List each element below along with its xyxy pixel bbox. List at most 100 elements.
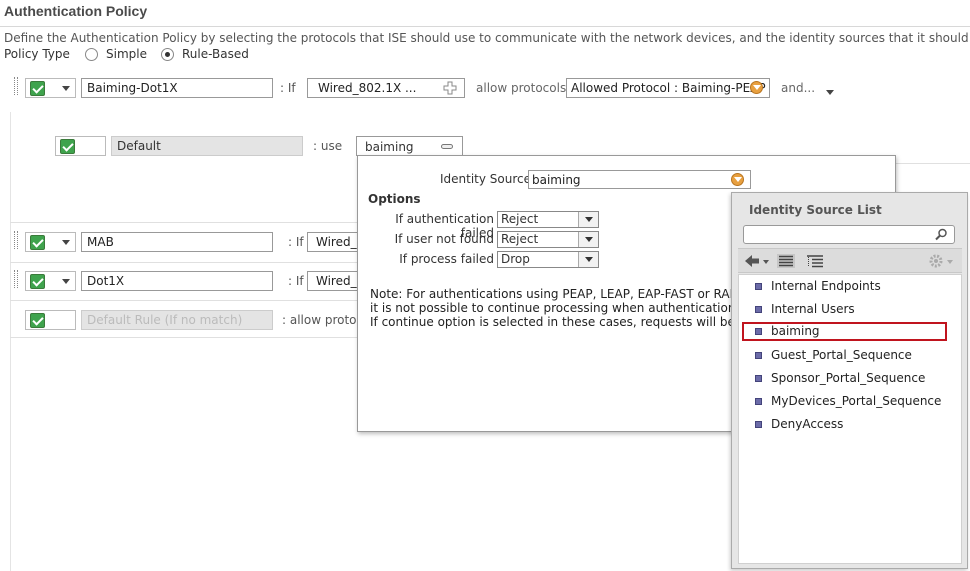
and-label[interactable]: and...	[781, 81, 815, 95]
default-rule-allow-label: : allow proto	[282, 313, 357, 327]
user-not-found-select[interactable]: Reject	[497, 231, 599, 248]
default-name-field: Default	[111, 136, 303, 156]
identity-store-icon	[755, 283, 762, 290]
rule-name-field[interactable]: Dot1X	[81, 271, 273, 291]
use-label: : use	[313, 139, 343, 153]
row-divider	[10, 222, 358, 223]
list-item[interactable]: DenyAccess	[747, 414, 843, 434]
source-list-search-input[interactable]	[743, 225, 955, 244]
rule-status-dropdown[interactable]	[25, 271, 76, 291]
identity-source-list-panel: Identity Source List Internal Endpoints …	[731, 192, 968, 569]
title-divider	[0, 26, 970, 27]
add-condition-icon[interactable]	[443, 81, 457, 95]
list-item-label: baiming	[771, 324, 820, 338]
condition-field[interactable]: Wired_	[307, 232, 358, 252]
identity-store-icon	[755, 398, 762, 405]
source-list-toolbar	[738, 248, 962, 273]
if-label: : If	[288, 235, 304, 249]
if-label: : If	[280, 81, 296, 95]
enabled-check-icon	[30, 81, 45, 96]
rule-name-field[interactable]: Baiming-Dot1X	[81, 78, 273, 98]
chevron-down-icon	[62, 279, 70, 284]
default-rule-name-field: Default Rule (If no match)	[81, 310, 273, 330]
list-item[interactable]: Guest_Portal_Sequence	[747, 345, 912, 365]
row-divider	[10, 300, 358, 301]
gear-icon[interactable]	[928, 253, 956, 269]
identity-store-icon	[755, 375, 762, 382]
chevron-down-icon	[62, 240, 70, 245]
list-item[interactable]: Sponsor_Portal_Sequence	[747, 368, 925, 388]
identity-source-dropdown-icon[interactable]	[731, 173, 744, 186]
rule-drag-handle[interactable]	[14, 231, 18, 249]
content-left-border	[10, 112, 11, 571]
identity-store-icon	[755, 352, 762, 359]
condition-field[interactable]: Wired_802.1X ...	[307, 78, 465, 98]
row-divider	[895, 163, 970, 164]
search-icon[interactable]	[935, 228, 948, 241]
row-divider	[10, 337, 358, 338]
enabled-check-icon	[60, 139, 75, 154]
chevron-down-icon	[578, 212, 598, 227]
policy-type-rule-based-label: Rule-Based	[182, 47, 249, 61]
process-failed-select[interactable]: Drop	[497, 251, 599, 268]
policy-type-simple-label: Simple	[106, 47, 147, 61]
page-title: Authentication Policy	[4, 3, 148, 19]
list-item-label: MyDevices_Portal_Sequence	[771, 394, 942, 408]
back-arrow-icon[interactable]	[744, 254, 770, 268]
list-item[interactable]: Internal Endpoints	[747, 276, 881, 296]
allowed-protocol-field[interactable]: Allowed Protocol : Baiming-PEAP	[566, 78, 770, 98]
identity-store-icon	[755, 306, 762, 313]
auth-failed-value: Reject	[501, 212, 539, 226]
chevron-down-icon	[62, 86, 70, 91]
policy-type-label: Policy Type	[4, 47, 70, 61]
note-line: it is not possible to continue processin…	[370, 301, 740, 315]
list-item-label: Internal Users	[771, 302, 855, 316]
condition-field[interactable]: Wired_	[307, 271, 358, 291]
identity-source-input[interactable]: baiming	[528, 170, 751, 189]
rule-name-field[interactable]: MAB	[81, 232, 273, 252]
rule-drag-handle[interactable]	[14, 77, 18, 95]
list-item-label: Internal Endpoints	[771, 279, 881, 293]
chevron-down-icon	[578, 252, 598, 267]
rule-status-dropdown[interactable]	[25, 232, 76, 252]
rule-status-dropdown[interactable]	[25, 78, 76, 98]
source-list: Internal Endpoints Internal Users baimin…	[738, 274, 962, 564]
default-rule-checkbox[interactable]	[25, 310, 76, 330]
list-view-icon[interactable]	[777, 254, 795, 268]
collapse-icon[interactable]	[441, 144, 453, 149]
if-label: : If	[288, 274, 304, 288]
auth-failed-select[interactable]: Reject	[497, 211, 599, 228]
list-item-label: DenyAccess	[771, 417, 844, 431]
enabled-check-icon	[30, 313, 45, 328]
process-failed-value: Drop	[501, 252, 530, 266]
protocol-dropdown-icon[interactable]	[750, 81, 763, 94]
rule-drag-handle[interactable]	[14, 270, 18, 288]
identity-source-tab-label: baiming	[365, 140, 414, 154]
identity-store-icon	[755, 328, 762, 335]
note-text: Note: For authentications using PEAP, LE…	[370, 287, 740, 329]
expand-icon[interactable]	[826, 90, 834, 95]
source-list-title: Identity Source List	[749, 203, 882, 217]
policy-type-simple-radio[interactable]	[85, 48, 98, 61]
allow-protocols-label: allow protocols	[476, 81, 567, 95]
list-item-selected[interactable]: baiming	[742, 322, 947, 341]
enabled-check-icon	[30, 235, 45, 250]
page-description: Define the Authentication Policy by sele…	[4, 31, 970, 45]
default-status-checkbox[interactable]	[55, 136, 106, 156]
enabled-check-icon	[30, 274, 45, 289]
chevron-down-icon	[578, 232, 598, 247]
note-line: Note: For authentications using PEAP, LE…	[370, 287, 740, 301]
tree-view-icon[interactable]	[806, 254, 824, 268]
list-item[interactable]: MyDevices_Portal_Sequence	[747, 391, 941, 411]
options-heading: Options	[368, 192, 421, 206]
list-item-label: Guest_Portal_Sequence	[771, 348, 912, 362]
identity-source-label: Identity Source	[440, 172, 532, 186]
process-failed-label: If process failed	[399, 252, 494, 266]
policy-type-rule-based-radio[interactable]	[161, 48, 174, 61]
list-item-label: Sponsor_Portal_Sequence	[771, 371, 926, 385]
user-not-found-value: Reject	[501, 232, 539, 246]
user-not-found-label: If user not found	[394, 232, 494, 246]
note-line: If continue option is selected in these …	[370, 315, 740, 329]
identity-store-icon	[755, 421, 762, 428]
list-item[interactable]: Internal Users	[747, 299, 855, 319]
